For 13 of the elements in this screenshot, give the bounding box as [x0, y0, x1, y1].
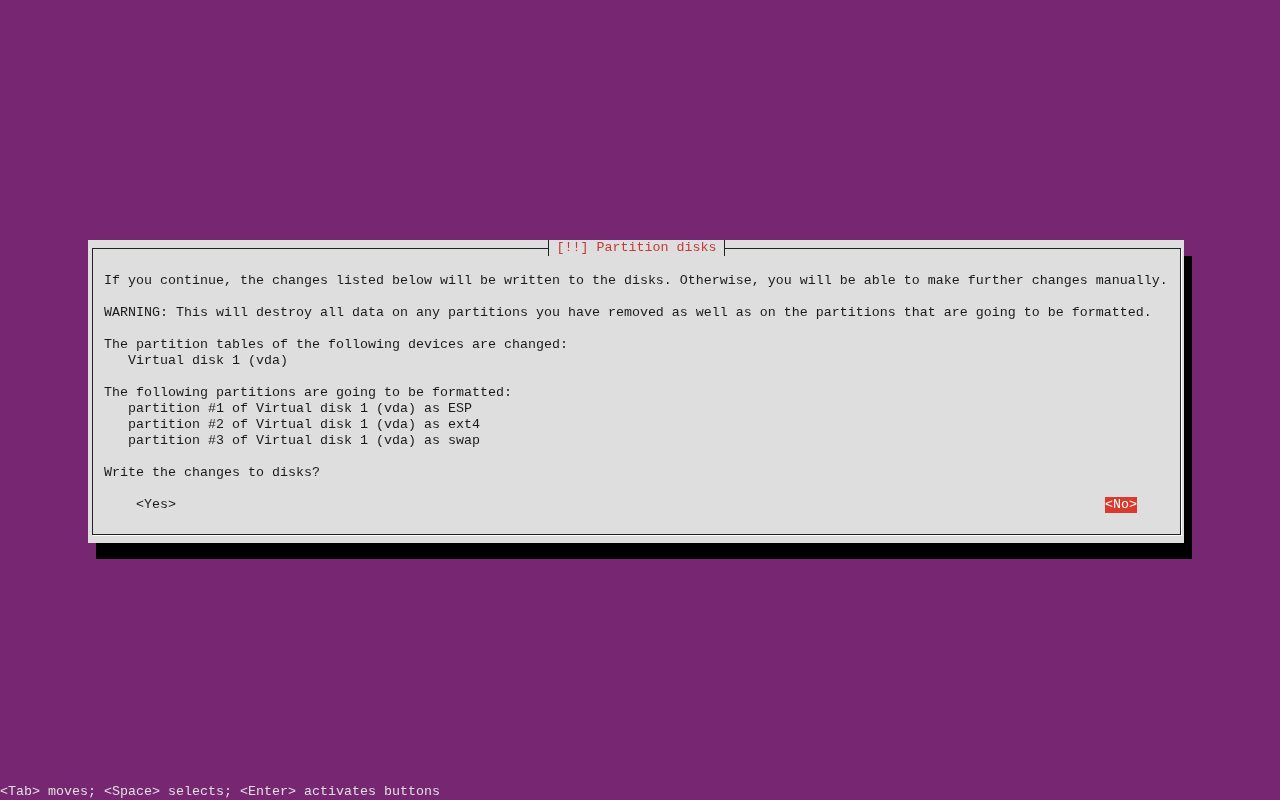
list-item: partition #1 of Virtual disk 1 (vda) as ESP [127, 401, 473, 417]
dialog-title: [!!] Partition disks [547, 240, 726, 256]
list-item: Virtual disk 1 (vda) [127, 353, 289, 369]
list-item: partition #3 of Virtual disk 1 (vda) as swap [127, 433, 481, 449]
paragraph-text: Write the changes to disks? [104, 465, 321, 481]
paragraph-text: WARNING: This will destroy all data on any partitions you have removed as well as on the partitions that are going to be formatted. [104, 305, 1153, 321]
paragraph-text: The partition tables of the following devices are changed: [104, 337, 569, 353]
dialog-button[interactable]: <No> [1105, 497, 1137, 513]
paragraph-text: The following partitions are going to be formatted: [104, 385, 513, 401]
status-bar-text: <Tab> moves; <Space> selects; <Enter> activates buttons [0, 784, 441, 800]
paragraph-text: If you continue, the changes listed below will be written to the disks. Otherwise, you will be able to make further changes manually. [104, 273, 1169, 289]
dialog-button[interactable]: <Yes> [136, 497, 176, 513]
list-item: partition #2 of Virtual disk 1 (vda) as ext4 [127, 417, 481, 433]
